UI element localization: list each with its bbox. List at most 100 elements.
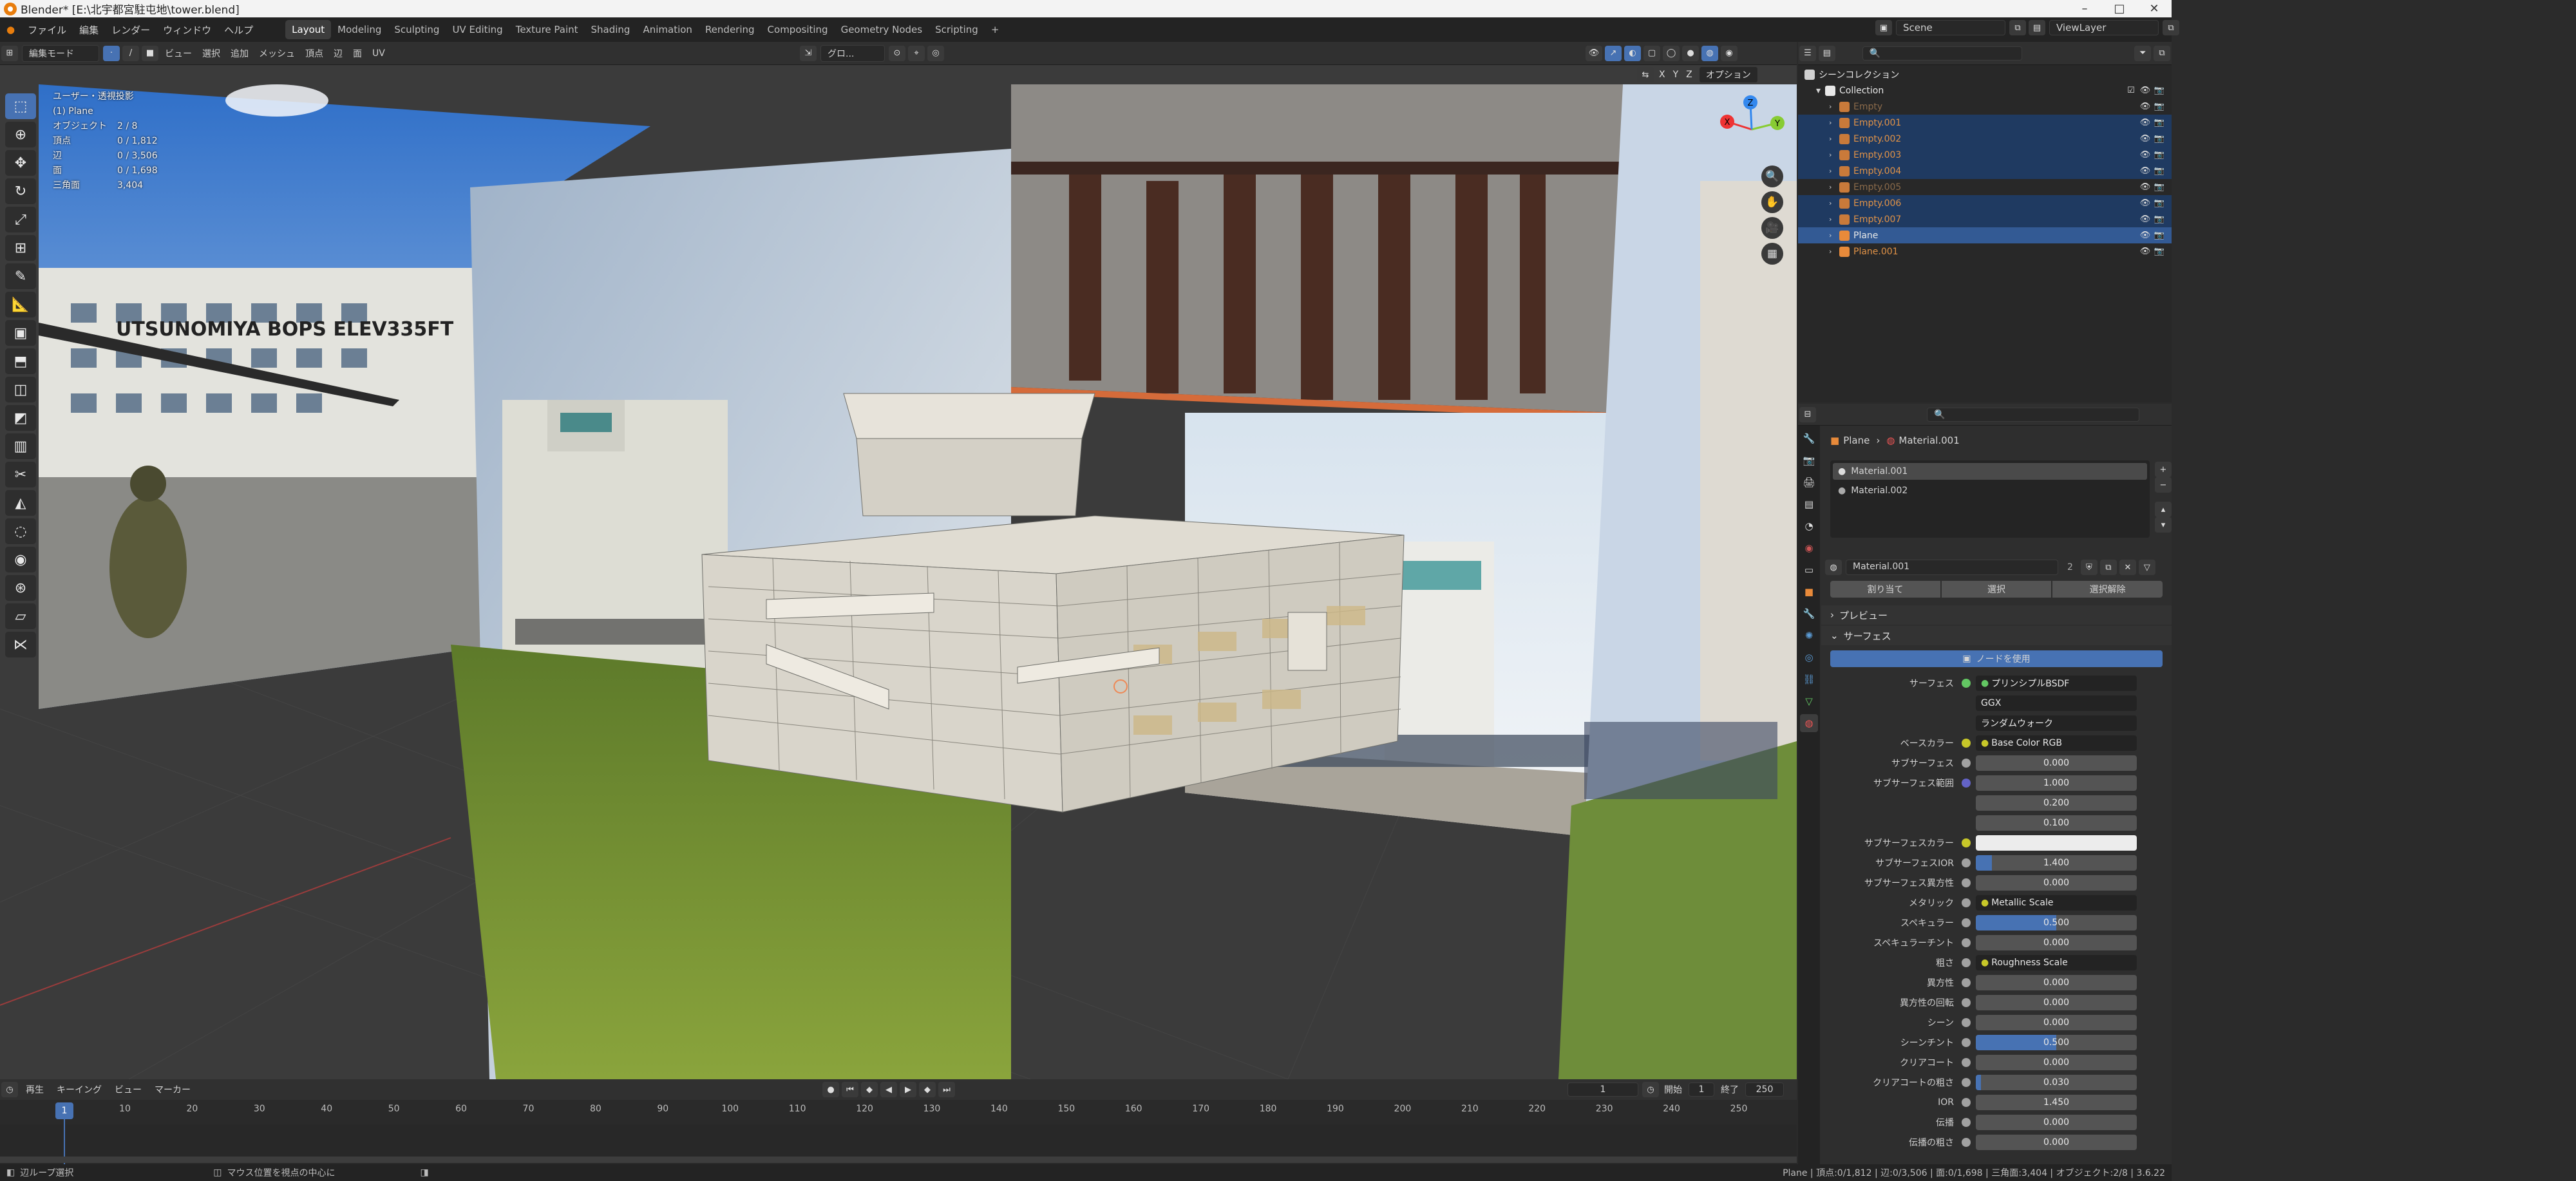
physics-tab-icon[interactable]: ◎ [1800, 648, 1818, 666]
smooth-icon[interactable]: ◉ [5, 547, 36, 572]
value-field[interactable]: 0.000 [1976, 1055, 2137, 1070]
overlay-toggle-icon[interactable]: ◐ [1624, 45, 1641, 61]
value-field[interactable]: 0.000 [1976, 1115, 2137, 1130]
value-field[interactable]: 1.450 [1976, 1095, 2137, 1110]
collection-row[interactable]: ▾ Collection ☑ 👁 📷 [1798, 82, 2172, 99]
proportional-edit-icon[interactable]: ◎ [927, 45, 944, 61]
new-scene-icon[interactable]: ⧉ [2009, 20, 2026, 35]
jump-start-icon[interactable]: ⏮ [842, 1082, 858, 1097]
socket-icon[interactable] [1962, 779, 1971, 788]
pivot-icon[interactable]: ⊙ [889, 45, 905, 61]
value-field[interactable]: ● プリンシプルBSDF [1976, 676, 2137, 691]
scene-selector[interactable]: Scene [1896, 20, 2005, 35]
add-slot-button[interactable]: + [2155, 462, 2172, 477]
rip-icon[interactable]: ⋉ [5, 632, 36, 657]
socket-icon[interactable] [1962, 1098, 1971, 1107]
socket-icon[interactable] [1962, 938, 1971, 947]
camera-view-icon[interactable]: 🎥 [1761, 217, 1783, 239]
pan-hand-icon[interactable]: ✋ [1761, 191, 1783, 213]
expand-icon[interactable]: › [1829, 118, 1839, 127]
xray-icon[interactable]: ▢ [1643, 45, 1660, 61]
socket-icon[interactable] [1962, 958, 1971, 967]
knife-icon[interactable]: ✂ [5, 462, 36, 487]
particles-tab-icon[interactable]: ✺ [1800, 627, 1818, 645]
material-browse-icon[interactable]: ◍ [1825, 560, 1842, 575]
object-tab-icon[interactable]: ■ [1800, 583, 1818, 601]
view-layer-selector[interactable]: ViewLayer [2049, 20, 2159, 35]
outliner-editor-icon[interactable]: ☰ [1799, 45, 1816, 61]
expand-icon[interactable]: › [1829, 102, 1839, 111]
mirror-toggle-icon[interactable]: ⇆ [1637, 67, 1654, 82]
remove-slot-button[interactable]: − [2155, 477, 2172, 493]
add-cube-icon[interactable]: ▣ [5, 320, 36, 346]
value-field[interactable]: 0.000 [1976, 755, 2137, 771]
wireframe-shading-icon[interactable]: ◯ [1663, 45, 1680, 61]
axis-z-toggle[interactable]: Z [1686, 70, 1692, 80]
cursor-icon[interactable]: ⊕ [5, 122, 36, 147]
value-field[interactable]: 0.500 [1976, 915, 2137, 931]
tab-rendering[interactable]: Rendering [699, 20, 761, 39]
value-field[interactable]: 0.030 [1976, 1075, 2137, 1090]
close-button[interactable]: ✕ [2137, 0, 2172, 17]
tab-texture-paint[interactable]: Texture Paint [509, 20, 585, 39]
expand-icon[interactable]: ▾ [1816, 86, 1825, 96]
value-field[interactable]: 0.500 [1976, 1035, 2137, 1050]
mode-selector[interactable]: 編集モード [22, 44, 99, 62]
end-frame-field[interactable]: 250 [1745, 1082, 1784, 1097]
value-field[interactable]: 0.000 [1976, 1135, 2137, 1150]
menu-window[interactable]: ウィンドウ [156, 17, 218, 42]
menu-mesh[interactable]: メッシュ [254, 42, 300, 64]
tab-modeling[interactable]: Modeling [331, 20, 388, 39]
snap-icon[interactable]: ⌖ [908, 45, 925, 61]
timeline-editor-type-icon[interactable]: ◷ [1, 1082, 18, 1097]
properties-editor-icon[interactable]: ⊟ [1799, 406, 1816, 422]
record-icon[interactable]: ● [822, 1082, 839, 1097]
3d-viewport[interactable]: UTSUNOMIYA BOPS ELEV335FT ⇆ X Y Z オプション … [0, 65, 1797, 1079]
menu-select[interactable]: 選択 [197, 42, 225, 64]
editor-type-icon[interactable]: ⊞ [1, 45, 18, 61]
solid-shading-icon[interactable]: ● [1682, 45, 1699, 61]
material-tab-icon[interactable]: ◍ [1800, 714, 1818, 732]
menu-playback[interactable]: 再生 [19, 1083, 50, 1096]
options-dropdown[interactable]: オプション [1698, 66, 1758, 83]
transform-icon[interactable]: ⊞ [5, 235, 36, 261]
link-filter-icon[interactable]: ▽ [2138, 560, 2155, 575]
expand-icon[interactable]: › [1829, 199, 1839, 207]
tab-scripting[interactable]: Scripting [929, 20, 985, 39]
gizmo-toggle-icon[interactable]: ↗ [1605, 45, 1622, 61]
zoom-icon[interactable]: 🔍 [1761, 165, 1783, 187]
material-slot[interactable]: ● Material.002 [1833, 482, 2147, 499]
constraints-tab-icon[interactable]: ⛓ [1800, 670, 1818, 688]
socket-icon[interactable] [1962, 1058, 1971, 1067]
output-tab-icon[interactable]: 🖨 [1800, 473, 1818, 491]
play-reverse-icon[interactable]: ◀ [880, 1082, 897, 1097]
tab-animation[interactable]: Animation [636, 20, 698, 39]
tab-sculpting[interactable]: Sculpting [388, 20, 446, 39]
checkbox-icon[interactable]: ☑ [2124, 86, 2138, 95]
camera-icon[interactable]: 📷 [2152, 214, 2166, 224]
minimize-button[interactable]: – [2067, 0, 2102, 17]
menu-help[interactable]: ヘルプ [218, 17, 260, 42]
move-slot-down-button[interactable]: ▾ [2155, 517, 2172, 533]
extrude-icon[interactable]: ⬒ [5, 348, 36, 374]
shrink-icon[interactable]: ⊛ [5, 575, 36, 601]
outliner-item-row[interactable]: › Plane.001 👁 📷 [1798, 243, 2172, 260]
annotate-icon[interactable]: ✎ [5, 263, 36, 289]
ortho-grid-icon[interactable]: ▦ [1761, 243, 1783, 265]
camera-icon[interactable]: 📷 [2152, 182, 2166, 192]
shear-icon[interactable]: ▱ [5, 603, 36, 629]
menu-file[interactable]: ファイル [21, 17, 73, 42]
eye-icon[interactable]: 👁 [2138, 166, 2152, 176]
eye-icon[interactable]: 👁 [2138, 214, 2152, 224]
socket-icon[interactable] [1962, 1118, 1971, 1127]
world-tab-icon[interactable]: ◉ [1800, 539, 1818, 557]
axis-y-toggle[interactable]: Y [1673, 70, 1679, 80]
expand-icon[interactable]: › [1829, 135, 1839, 143]
use-nodes-button[interactable]: ▣ ノードを使用 [1830, 650, 2163, 667]
new-collection-icon[interactable]: ⧉ [2154, 45, 2170, 61]
camera-icon[interactable]: 📷 [2152, 134, 2166, 144]
menu-vertex[interactable]: 頂点 [300, 42, 328, 64]
prev-key-icon[interactable]: ◆ [861, 1082, 878, 1097]
select-button[interactable]: 選択 [1941, 581, 2052, 598]
deselect-button[interactable]: 選択解除 [2052, 581, 2163, 598]
